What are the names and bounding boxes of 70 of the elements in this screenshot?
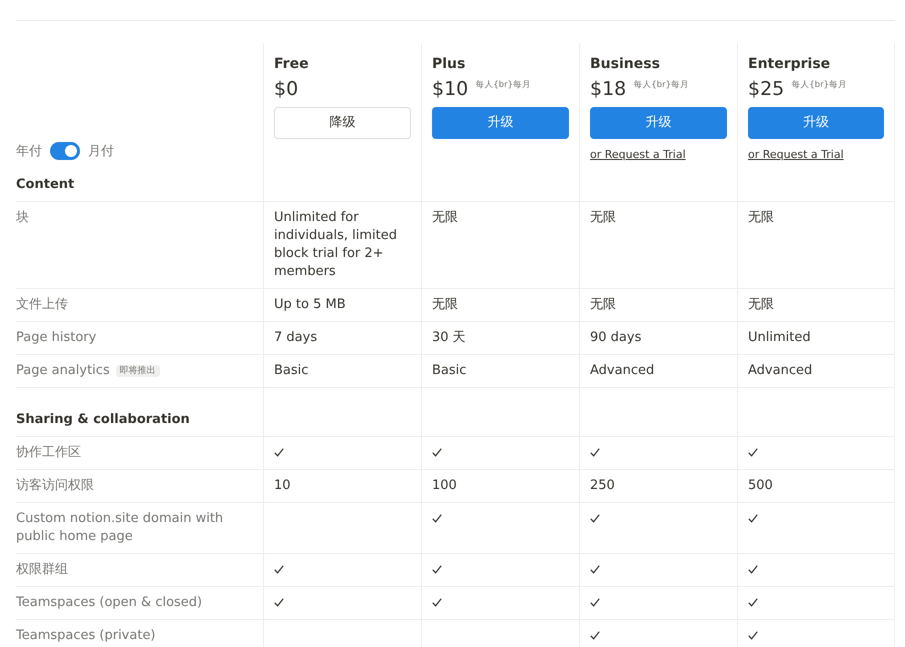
plan-price: $25 xyxy=(748,77,784,102)
table-cell: 100 xyxy=(432,478,457,493)
table-cell: 无限 xyxy=(748,210,774,225)
table-cell: 无限 xyxy=(432,297,458,312)
plan-name: Business xyxy=(590,55,661,74)
check-icon xyxy=(590,514,600,523)
table-cell: 无限 xyxy=(590,210,616,225)
plan-name: Plus xyxy=(432,55,466,74)
table-cell: 30 天 xyxy=(432,330,466,345)
table-cell: 10 xyxy=(274,478,291,493)
table-cell: 500 xyxy=(748,478,773,493)
table-cell: 7 days xyxy=(274,330,318,345)
upgrade-button[interactable]: 升级 xyxy=(432,107,569,139)
feature-label: Custom notion.site domain with public home page xyxy=(16,511,224,544)
table-cell: 无限 xyxy=(590,297,616,312)
price-unit: 每人{br}每月 xyxy=(791,79,847,91)
upgrade-button[interactable]: 升级 xyxy=(748,107,884,139)
table-cell: 无限 xyxy=(432,210,458,225)
check-icon xyxy=(274,448,284,457)
check-icon xyxy=(432,598,442,607)
price-unit: 每人{br}每月 xyxy=(633,79,689,91)
trial-link[interactable]: or Request a Trial xyxy=(590,147,686,164)
table-cell: 无限 xyxy=(748,297,774,312)
section-title: Sharing & collaboration xyxy=(16,410,190,428)
trial-link[interactable]: or Request a Trial xyxy=(748,147,844,164)
check-icon xyxy=(590,598,600,607)
table-cell: Advanced xyxy=(748,363,812,378)
check-icon xyxy=(274,598,284,607)
check-icon xyxy=(432,514,442,523)
check-icon xyxy=(274,565,284,574)
table-cell: Unlimited for individuals, limited block trial for 2+ members xyxy=(274,210,397,279)
table-cell: Unlimited xyxy=(748,330,811,345)
check-icon xyxy=(748,565,758,574)
check-icon xyxy=(432,448,442,457)
feature-label: 访客访问权限 xyxy=(16,478,94,493)
coming-soon-tag: 即将推出 xyxy=(116,365,160,377)
plan-name: Enterprise xyxy=(748,55,832,74)
table-cell: Basic xyxy=(274,363,308,378)
plan-price: $10 xyxy=(432,77,468,102)
table-cell: Advanced xyxy=(590,363,654,378)
check-icon xyxy=(748,448,758,457)
check-icon xyxy=(590,565,600,574)
section-title: Content xyxy=(16,176,74,194)
table-cell: Basic xyxy=(432,363,466,378)
check-icon xyxy=(432,565,442,574)
table-cell: 250 xyxy=(590,478,615,493)
feature-label: Page analytics xyxy=(16,363,110,378)
feature-label: 权限群组 xyxy=(16,562,68,577)
plan-price: $0 xyxy=(274,77,298,102)
billing-option-label: 年付 xyxy=(16,142,42,160)
check-icon xyxy=(590,631,600,640)
feature-label: 块 xyxy=(16,210,29,225)
billing-option-label: 月付 xyxy=(88,142,114,160)
check-icon xyxy=(748,631,758,640)
check-icon xyxy=(590,448,600,457)
billing-toggle[interactable] xyxy=(50,142,80,160)
feature-label: Teamspaces (private) xyxy=(16,628,156,643)
check-icon xyxy=(748,514,758,523)
plan-name: Free xyxy=(274,55,310,74)
feature-label: 协作工作区 xyxy=(16,445,81,460)
feature-label: Teamspaces (open & closed) xyxy=(16,595,202,610)
upgrade-button[interactable]: 升级 xyxy=(590,107,727,139)
price-unit: 每人{br}每月 xyxy=(475,79,531,91)
plan-price: $18 xyxy=(590,77,626,102)
check-icon xyxy=(748,598,758,607)
feature-label: 文件上传 xyxy=(16,297,68,312)
feature-label: Page history xyxy=(16,330,96,345)
table-cell: 90 days xyxy=(590,330,642,345)
downgrade-button[interactable]: 降级 xyxy=(274,107,411,139)
table-cell: Up to 5 MB xyxy=(274,297,346,312)
